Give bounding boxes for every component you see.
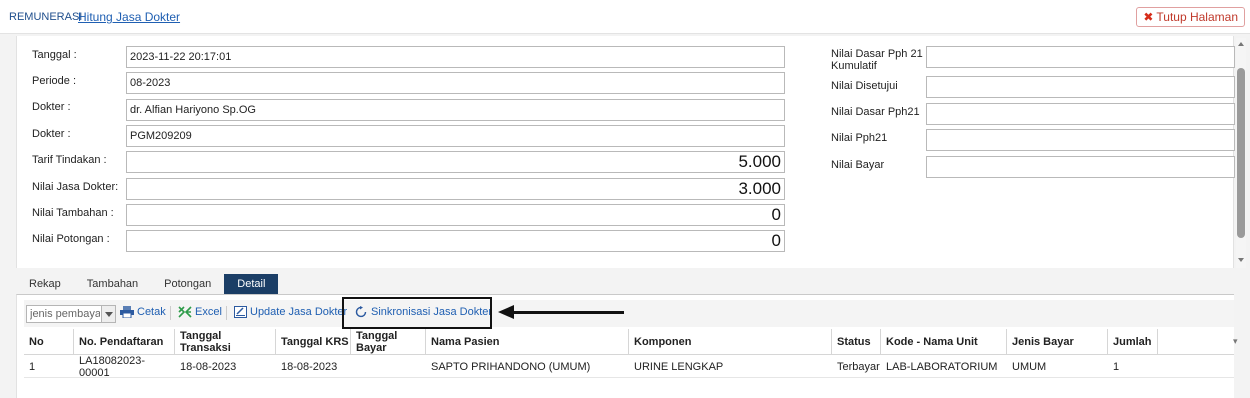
nilai-bayar-field[interactable] [926, 156, 1235, 178]
periode-label: Periode : [32, 75, 77, 87]
close-page-button[interactable]: ✖ Tutup Halaman [1136, 7, 1245, 27]
cell-no-pendaftaran: LA18082023-00001 [79, 355, 146, 379]
col-header-tanggal-bayar[interactable]: Tanggal Bayar [351, 329, 426, 355]
col-header-komponen[interactable]: Komponen [629, 329, 832, 355]
col-header-tanggal-transaksi[interactable]: Tanggal Transaksi [175, 329, 276, 355]
chevron-down-icon[interactable] [101, 306, 115, 322]
disetujui-field[interactable] [926, 76, 1235, 98]
cell-tanggal-bayar [351, 356, 426, 378]
detail-tabs: Rekap Tambahan Potongan Detail [16, 274, 279, 294]
toolbar-divider [226, 306, 227, 320]
excel-icon [178, 306, 192, 318]
printer-icon [120, 306, 134, 318]
pph21-field[interactable] [926, 129, 1235, 151]
scroll-thumb[interactable] [1237, 68, 1245, 238]
dasar-pph21-field[interactable] [926, 103, 1235, 125]
dasar-kumulatif-label: Nilai Dasar Pph 21 Kumulatif [831, 48, 923, 72]
col-header-no[interactable]: No [24, 329, 74, 355]
cetak-button[interactable]: Cetak [120, 306, 166, 318]
cell-jumlah: 1 [1113, 361, 1120, 373]
cell-tanggal-krs: 18-08-2023 [281, 361, 338, 373]
dasar-kumulatif-field[interactable] [926, 46, 1235, 68]
arrow-line [512, 311, 624, 314]
breadcrumb-page-link[interactable]: Hitung Jasa Dokter [78, 10, 180, 24]
update-jasa-dokter-label: Update Jasa Dokter [250, 306, 348, 318]
jenis-pembayaran-placeholder: jenis pembayaran [30, 308, 100, 320]
vertical-scrollbar[interactable] [1236, 38, 1246, 268]
col-header-no-pendaftaran[interactable]: No. Pendaftaran [74, 329, 175, 355]
tarif-label: Tarif Tindakan : [32, 154, 107, 166]
edit-icon [234, 306, 247, 318]
cell-kode-nama-unit: LAB-LABORATORIUM [886, 361, 998, 373]
col-header-jumlah[interactable]: Jumlah [1108, 329, 1158, 355]
tab-detail[interactable]: Detail [224, 274, 279, 294]
col-header-nama-pasien[interactable]: Nama Pasien [426, 329, 629, 355]
cell-tanggal-transaksi: 18-08-2023 [180, 361, 237, 373]
disetujui-label: Nilai Disetujui [831, 80, 898, 92]
table-row[interactable]: 1 LA18082023-00001 18-08-2023 18-08-2023… [24, 355, 1234, 379]
cell-jenis-bayar: UMUM [1012, 361, 1047, 373]
update-jasa-dokter-button[interactable]: Update Jasa Dokter [234, 306, 347, 318]
excel-label: Excel [195, 306, 222, 318]
excel-button[interactable]: Excel [178, 306, 222, 318]
cell-no: 1 [29, 361, 36, 373]
dokter-kode-field[interactable]: PGM209209 [126, 125, 785, 147]
col-header-status[interactable]: Status [832, 329, 881, 355]
tab-tambahan[interactable]: Tambahan [74, 274, 151, 294]
nilai-bayar-label: Nilai Bayar [831, 159, 885, 171]
close-icon: ✖ [1143, 10, 1154, 24]
tambahan-field[interactable]: 0 [126, 204, 785, 226]
tambahan-label: Nilai Tambahan : [32, 207, 114, 219]
cell-nama-pasien: SAPTO PRIHANDONO (UMUM) [431, 361, 591, 373]
cell-komponen: URINE LENGKAP [634, 361, 724, 373]
jasa-dokter-field[interactable]: 3.000 [126, 178, 785, 200]
highlight-box [342, 297, 492, 329]
table-header: No No. Pendaftaran Tanggal Transaksi Tan… [24, 329, 1234, 355]
cell-status: Terbayar [837, 361, 880, 373]
dasar-pph21-label: Nilai Dasar Pph21 [831, 106, 920, 118]
col-header-jenis-bayar[interactable]: Jenis Bayar [1007, 329, 1108, 355]
col-header-kode-nama-unit[interactable]: Kode - Nama Unit [881, 329, 1007, 355]
periode-field[interactable]: 08-2023 [126, 72, 785, 94]
scroll-up-arrow-icon[interactable] [1238, 42, 1244, 46]
close-page-label: Tutup Halaman [1156, 10, 1238, 24]
jasa-dokter-label: Nilai Jasa Dokter: [32, 181, 119, 193]
scroll-down-arrow-icon[interactable] [1238, 258, 1244, 262]
tanggal-label: Tanggal : [32, 49, 77, 61]
toolbar-divider [170, 306, 171, 320]
tab-rekap[interactable]: Rekap [16, 274, 74, 294]
dokter-kode-label: Dokter : [32, 128, 71, 140]
breadcrumb-section: REMUNERASI [9, 11, 83, 23]
potongan-field[interactable]: 0 [126, 230, 785, 252]
col-header-tanggal-krs[interactable]: Tanggal KRS [276, 329, 351, 355]
pph21-label: Nilai Pph21 [831, 132, 888, 144]
top-bar: REMUNERASI Hitung Jasa Dokter ✖ Tutup Ha… [0, 0, 1250, 34]
jenis-pembayaran-select[interactable]: jenis pembayaran [26, 305, 116, 323]
column-menu-icon[interactable]: ▾ [1233, 336, 1238, 347]
dokter-label: Dokter : [32, 101, 71, 113]
tab-potongan[interactable]: Potongan [151, 274, 224, 294]
tanggal-field[interactable]: 2023-11-22 20:17:01 [126, 46, 785, 68]
potongan-label: Nilai Potongan : [32, 233, 110, 245]
cetak-label: Cetak [137, 306, 166, 318]
form-panel: Tanggal : 2023-11-22 20:17:01 Periode : … [16, 36, 1235, 268]
tarif-field[interactable]: 5.000 [126, 151, 785, 173]
dokter-name-field[interactable]: dr. Alfian Hariyono Sp.OG [126, 99, 785, 121]
